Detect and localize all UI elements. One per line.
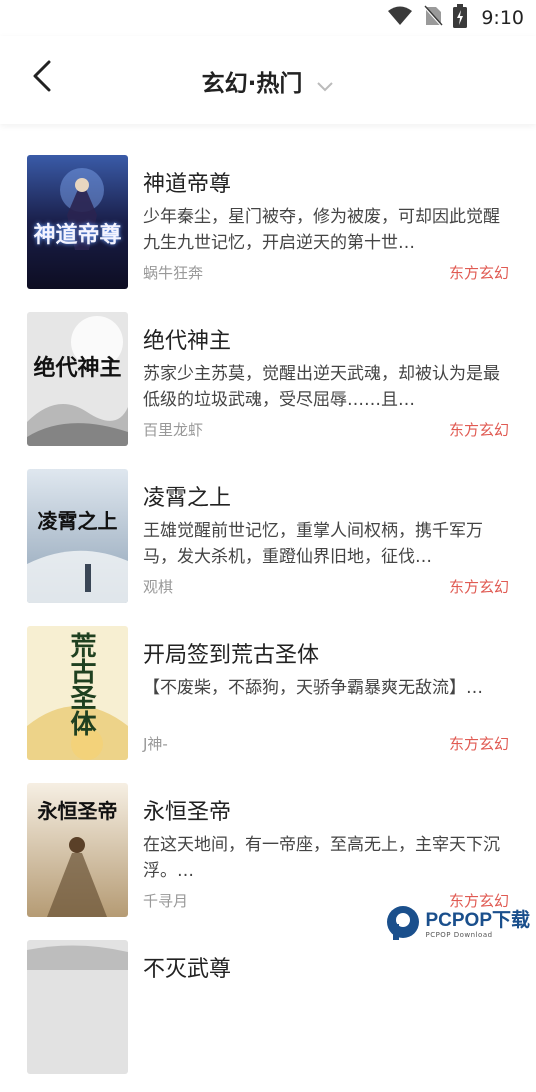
book-author: 观棋 [143, 578, 174, 596]
book-description: 王雄觉醒前世记忆，重掌人间权柄，携千军万马，发大杀机，重蹬仙界旧地，征伐… [143, 521, 483, 567]
book-cover: 绝代神主 [27, 312, 128, 446]
book-list: 神道帝尊 神道帝尊 少年秦尘，星门被夺，修为被废，可却因此觉醒九生九世记忆，开启… [0, 150, 536, 1092]
book-description: 在这天地间，有一帝座，至高无上，主宰天下沉浮。… [143, 835, 500, 881]
no-sim-icon [423, 5, 444, 31]
book-cover: 荒古圣体 [27, 626, 128, 760]
pcpop-logo-icon [385, 904, 421, 946]
cover-title: 神道帝尊 [33, 222, 122, 248]
cover-title: 荒古圣体 [66, 632, 96, 736]
book-title: 绝代神主 [143, 329, 232, 354]
book-author: 百里龙虾 [143, 421, 204, 439]
book-title: 开局签到荒古圣体 [143, 643, 320, 668]
app-header: 玄幻·热门 [0, 36, 536, 124]
book-description: 少年秦尘，星门被夺，修为被废，可却因此觉醒九生九世记忆，开启逆天的第十世… [143, 207, 500, 253]
wifi-icon [387, 6, 413, 30]
book-cover: 神道帝尊 [27, 155, 128, 289]
book-item[interactable]: 神道帝尊 神道帝尊 少年秦尘，星门被夺，修为被废，可却因此觉醒九生九世记忆，开启… [0, 150, 536, 307]
category-title-dropdown[interactable]: 玄幻·热门 [0, 64, 536, 98]
book-category: 东方玄幻 [448, 264, 509, 282]
book-description: 【不废柴，不舔狗，天骄争霸暴爽无敌流】… [143, 678, 483, 698]
book-author: 千寻月 [143, 892, 189, 910]
cover-title: 凌霄之上 [37, 509, 118, 533]
book-item[interactable]: 荒古圣体 开局签到荒古圣体 【不废柴，不舔狗，天骄争霸暴爽无敌流】… J神- 东… [0, 621, 536, 778]
book-item[interactable]: 不灭武尊 [0, 935, 536, 1092]
battery-charging-icon [453, 4, 468, 32]
watermark-logo: PCPOP下载 PCPOP Download [385, 904, 530, 946]
book-item[interactable]: 绝代神主 绝代神主 苏家少主苏莫，觉醒出逆天武魂，却被认为是最低级的垃圾武魂，受… [0, 307, 536, 464]
chevron-down-icon [316, 72, 334, 98]
book-cover [27, 940, 128, 1074]
book-title: 不灭武尊 [143, 957, 232, 982]
book-cover: 凌霄之上 [27, 469, 128, 603]
book-category: 东方玄幻 [448, 578, 509, 596]
book-item[interactable]: 凌霄之上 凌霄之上 王雄觉醒前世记忆，重掌人间权柄，携千军万马，发大杀机，重蹬仙… [0, 464, 536, 621]
book-category: 东方玄幻 [448, 735, 509, 753]
status-time: 9:10 [481, 7, 524, 29]
book-author: J神- [143, 735, 168, 753]
book-title: 永恒圣帝 [143, 800, 232, 825]
status-bar: 9:10 [0, 0, 536, 36]
book-title: 神道帝尊 [143, 172, 232, 197]
cover-title: 永恒圣帝 [37, 799, 118, 823]
page-title: 玄幻·热门 [201, 71, 303, 97]
watermark-brand: PCPOP下载 [425, 910, 530, 931]
book-author: 蜗牛狂奔 [143, 264, 204, 282]
book-category: 东方玄幻 [448, 421, 509, 439]
book-cover: 永恒圣帝 [27, 783, 128, 917]
cover-title: 绝代神主 [33, 355, 122, 381]
book-title: 凌霄之上 [143, 486, 232, 511]
watermark-sub: PCPOP Download [425, 931, 493, 939]
book-description: 苏家少主苏莫，觉醒出逆天武魂，却被认为是最低级的垃圾武魂，受尽屈辱……且… [143, 364, 500, 410]
